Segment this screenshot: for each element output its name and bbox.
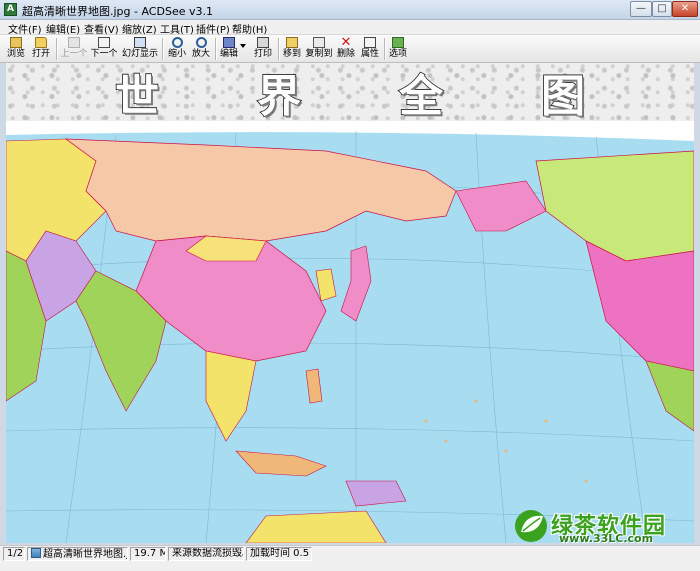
maximize-button[interactable]: □ — [652, 1, 672, 17]
status-load-time: 加载时间 0.5 秒 — [246, 547, 312, 561]
properties-button[interactable]: 属性 — [359, 36, 381, 62]
toolbar-separator — [56, 38, 58, 60]
status-bar: 1/2 超高清晰世界地图.jpg 19.7 MB 来源数据流损毁。 加载时间 0… — [0, 545, 700, 571]
minimize-button[interactable]: — — [630, 1, 652, 17]
zoom-out-button[interactable]: 缩小 — [166, 36, 188, 62]
toolbar-separator — [278, 38, 280, 60]
status-image-index: 1/2 — [3, 547, 25, 561]
zoom-out-icon — [171, 37, 183, 48]
close-icon: ✕ — [680, 3, 690, 14]
printer-icon — [257, 37, 269, 48]
menu-help[interactable]: 帮助(H) — [232, 21, 267, 36]
status-message: 来源数据流损毁。 — [168, 547, 244, 561]
menu-view[interactable]: 查看(V) — [84, 21, 119, 36]
properties-icon — [364, 37, 376, 48]
properties-label: 属性 — [360, 49, 379, 59]
zoom-out-label: 缩小 — [167, 49, 186, 59]
copy-to-label: 复制到 — [305, 49, 333, 59]
menu-bar: 文件(F) 编辑(E) 查看(V) 缩放(Z) 工具(T) 插件(P) 帮助(H… — [0, 20, 700, 36]
map-title-banner: 世 界 全 图 — [6, 63, 694, 123]
edit-icon — [223, 37, 235, 48]
previous-label: 上一个 — [60, 49, 88, 59]
delete-label: 删除 — [336, 49, 355, 59]
edit-dropdown-button[interactable] — [240, 36, 248, 62]
slideshow-button[interactable]: 幻灯显示 — [120, 36, 160, 62]
zoom-in-button[interactable]: 放大 — [190, 36, 212, 62]
green-tea-leaf-icon — [515, 510, 547, 542]
zoom-in-label: 放大 — [191, 49, 210, 59]
options-icon — [392, 37, 404, 48]
next-button[interactable]: 下一个 — [90, 36, 118, 62]
browse-label: 浏览 — [6, 49, 25, 59]
status-filename: 超高清晰世界地图.jpg — [43, 549, 127, 560]
edit-button[interactable]: 编辑 — [218, 36, 240, 62]
open-button[interactable]: 打开 — [30, 36, 52, 62]
menu-file[interactable]: 文件(F) — [8, 21, 42, 36]
world-map-graphic — [6, 131, 694, 543]
slideshow-icon — [134, 37, 146, 48]
menu-edit[interactable]: 编辑(E) — [46, 21, 80, 36]
map-title-char: 世 — [114, 70, 160, 123]
map-title-char: 全 — [398, 70, 444, 123]
copy-to-button[interactable]: 复制到 — [305, 36, 333, 62]
image-viewer[interactable]: 世 界 全 图 绿茶软件园 www.33LC.com — [6, 63, 694, 543]
watermark-url: www.33LC.com — [559, 532, 654, 543]
edit-label: 编辑 — [219, 49, 238, 59]
delete-button[interactable]: ✕ 删除 — [335, 36, 357, 62]
print-button[interactable]: 打印 — [252, 36, 274, 62]
close-button[interactable]: ✕ — [672, 1, 698, 17]
world-map-image — [6, 121, 694, 543]
browse-icon — [10, 37, 22, 48]
browse-button[interactable]: 浏览 — [4, 36, 28, 62]
maximize-icon: □ — [657, 3, 667, 14]
options-label: 选项 — [388, 49, 407, 59]
next-label: 下一个 — [90, 49, 118, 59]
slideshow-label: 幻灯显示 — [121, 49, 158, 59]
delete-x-icon: ✕ — [340, 35, 352, 50]
menu-plugins[interactable]: 插件(P) — [196, 21, 230, 36]
zoom-in-icon — [195, 37, 207, 48]
copy-to-icon — [313, 37, 325, 48]
move-to-label: 移到 — [282, 49, 301, 59]
options-button[interactable]: 选项 — [387, 36, 409, 62]
window-title: 超高清晰世界地图.jpg - ACDSee v3.1 — [22, 5, 213, 18]
chevron-down-icon — [240, 44, 246, 48]
title-bar: A 超高清晰世界地图.jpg - ACDSee v3.1 — □ ✕ — [0, 0, 700, 20]
toolbar-separator — [215, 38, 217, 60]
menu-tools[interactable]: 工具(T) — [160, 21, 194, 36]
map-australia — [245, 510, 387, 543]
toolbar-separator — [384, 38, 386, 60]
open-label: 打开 — [31, 49, 50, 59]
move-to-button[interactable]: 移到 — [281, 36, 303, 62]
previous-icon — [68, 37, 80, 48]
status-file-size: 19.7 MB — [130, 547, 166, 561]
toolbar-separator — [162, 38, 164, 60]
minimize-icon: — — [636, 3, 646, 14]
previous-button[interactable]: 上一个 — [60, 36, 88, 62]
image-file-icon — [31, 548, 41, 558]
map-title: 世 界 全 图 — [6, 65, 694, 123]
toolbar: 浏览 打开 上一个 下一个 幻灯显示 缩小 放大 编辑 打印 移到 复制到 ✕ … — [0, 35, 700, 63]
menu-zoom[interactable]: 缩放(Z) — [122, 21, 157, 36]
map-title-char: 界 — [256, 70, 302, 123]
watermark: 绿茶软件园 www.33LC.com — [511, 508, 691, 543]
print-label: 打印 — [253, 49, 272, 59]
acdsee-app-icon[interactable]: A — [4, 3, 17, 16]
next-icon — [98, 37, 110, 48]
move-to-icon — [286, 37, 298, 48]
map-title-char: 图 — [540, 70, 586, 123]
open-folder-icon — [35, 37, 47, 48]
status-filename-cell: 超高清晰世界地图.jpg — [27, 547, 128, 561]
